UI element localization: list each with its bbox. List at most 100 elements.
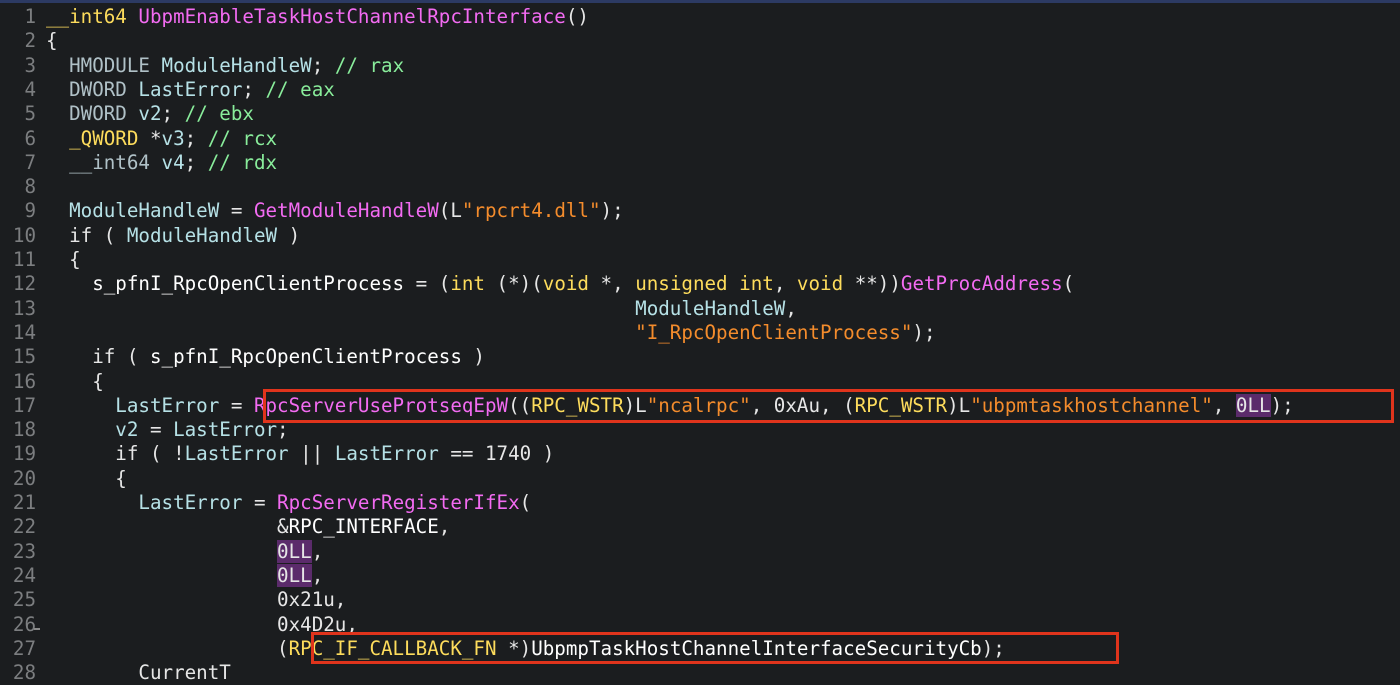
line-number: 27 — [12, 636, 36, 660]
code-line[interactable]: 21 LastError = RpcServerRegisterIfEx( — [0, 491, 1400, 515]
code-token: (*)( — [496, 272, 543, 296]
code-token: , — [785, 296, 797, 320]
code-line[interactable]: 2{ — [0, 29, 1400, 53]
code-text: __int64 v4; // rdx — [46, 151, 277, 175]
code-token: LastError — [46, 393, 220, 417]
code-token: if ( ! — [46, 442, 185, 466]
line-number: 12 — [12, 272, 36, 296]
code-token: _QWORD — [46, 126, 150, 150]
code-text: { — [46, 467, 127, 491]
line-number: 22 — [12, 515, 36, 539]
code-token: v4 — [161, 150, 185, 174]
code-line[interactable]: 7 __int64 v4; // rdx — [0, 151, 1400, 175]
line-number: 5 — [24, 102, 36, 126]
line-number: 10 — [12, 223, 36, 247]
code-line[interactable]: 22 &RPC_INTERFACE, — [0, 515, 1400, 539]
code-token: 0LL — [277, 539, 312, 563]
code-text: ModuleHandleW, — [46, 297, 797, 321]
highlight-box-rpcserveruseprotseqepw — [263, 389, 1394, 423]
code-token: LastError — [46, 491, 243, 514]
line-number: 13 — [12, 296, 36, 320]
code-token: , — [311, 539, 324, 563]
code-line[interactable]: 28 CurrentT — [0, 661, 1400, 685]
code-token: ); — [912, 320, 936, 344]
code-token: ); — [600, 199, 624, 223]
code-line[interactable]: 19 if ( !LastError || LastError == 1740 … — [0, 442, 1400, 466]
code-token: = — [219, 393, 254, 417]
code-line[interactable]: 23 0LL, — [0, 539, 1400, 564]
code-token: DWORD — [46, 102, 139, 126]
code-line[interactable]: 14 "I_RpcOpenClientProcess"); — [0, 321, 1400, 345]
code-text: &RPC_INTERFACE, — [46, 515, 450, 539]
line-number: 3 — [24, 53, 36, 77]
code-line[interactable]: 13 ModuleHandleW, — [0, 297, 1400, 321]
code-line[interactable]: 9 ModuleHandleW = GetModuleHandleW(L"rpc… — [0, 199, 1400, 223]
line-number: 26 — [12, 612, 36, 636]
line-number: 19 — [12, 442, 36, 466]
code-text: ModuleHandleW = GetModuleHandleW(L"rpcrt… — [46, 199, 624, 223]
code-token: // eax — [265, 77, 335, 101]
code-token: LastError — [334, 442, 439, 466]
code-line[interactable]: 12 s_pfnI_RpcOpenClientProcess = (int (*… — [0, 272, 1400, 296]
code-token: s_pfnI_RpcOpenClientProcess — [46, 272, 405, 296]
editor-top-bar — [0, 0, 1400, 3]
code-token: ( — [519, 491, 532, 514]
code-token: if ( — [46, 345, 150, 369]
code-token: ; — [161, 102, 185, 126]
line-number: 28 — [12, 661, 36, 685]
code-token: s_pfnI_RpcOpenClientProcess — [149, 345, 462, 369]
code-text: _QWORD *v3; // rcx — [46, 127, 277, 151]
code-token: == 1740 ) — [438, 442, 555, 466]
code-token: , — [438, 515, 451, 539]
code-token: CurrentT — [46, 661, 231, 685]
code-line[interactable]: 3 HMODULE ModuleHandleW; // rax — [0, 54, 1400, 78]
code-token: v2 — [46, 418, 139, 442]
code-token: ModuleHandleW — [126, 223, 278, 247]
code-line[interactable]: 15 if ( s_pfnI_RpcOpenClientProcess ) — [0, 345, 1400, 369]
code-token: ; — [242, 77, 266, 101]
code-line[interactable]: 6 _QWORD *v3; // rcx — [0, 127, 1400, 151]
code-line[interactable]: 10 if ( ModuleHandleW ) — [0, 224, 1400, 248]
code-token: { — [46, 248, 81, 271]
code-token: L — [450, 199, 462, 223]
code-token: = — [242, 491, 278, 514]
code-token: "rpcrt4.dll" — [461, 199, 601, 223]
code-line[interactable]: 4 DWORD LastError; // eax — [0, 78, 1400, 102]
code-text: if ( s_pfnI_RpcOpenClientProcess ) — [46, 345, 485, 369]
line-number: 17 — [12, 393, 36, 417]
code-token: = ( — [404, 272, 451, 296]
code-editor[interactable]: 1 __int64 UbpmEnableTaskHostChannelRpcInt… — [0, 0, 1400, 684]
code-line[interactable]: 1 __int64 UbpmEnableTaskHostChannelRpcInt… — [0, 5, 1400, 29]
code-line[interactable]: 20 { — [0, 467, 1400, 491]
code-token: () — [565, 5, 589, 28]
line-number: 20 — [12, 466, 36, 490]
code-token: GetProcAddress — [900, 272, 1063, 296]
code-text: DWORD v2; // ebx — [46, 102, 254, 126]
code-line[interactable]: 25 0x21u, — [0, 588, 1400, 612]
code-token: ; — [184, 150, 208, 174]
code-text: { — [46, 370, 104, 394]
line-number: 8 — [24, 175, 36, 199]
code-token: v3 — [161, 126, 185, 150]
line-number: 18 — [12, 418, 36, 442]
code-line[interactable]: 24 0LL, — [0, 563, 1400, 588]
code-token: & — [46, 515, 289, 539]
line-number: 16 — [12, 369, 36, 393]
code-token: int — [450, 272, 497, 296]
line-number: 15 — [12, 345, 36, 369]
code-text: 0x21u, — [46, 588, 346, 612]
code-line[interactable]: 8 — [0, 175, 1400, 199]
code-token: // rcx — [207, 126, 278, 150]
code-line[interactable]: 11 { — [0, 248, 1400, 272]
code-text: { — [46, 29, 58, 53]
code-token: __int64 — [46, 5, 139, 28]
code-token: = — [219, 199, 254, 223]
code-line[interactable]: 5 DWORD v2; // ebx — [0, 102, 1400, 126]
line-number: 6 — [24, 126, 36, 150]
code-token: * — [149, 126, 162, 150]
code-text: 0LL, — [46, 563, 323, 588]
code-token: ModuleHandleW — [161, 53, 312, 77]
